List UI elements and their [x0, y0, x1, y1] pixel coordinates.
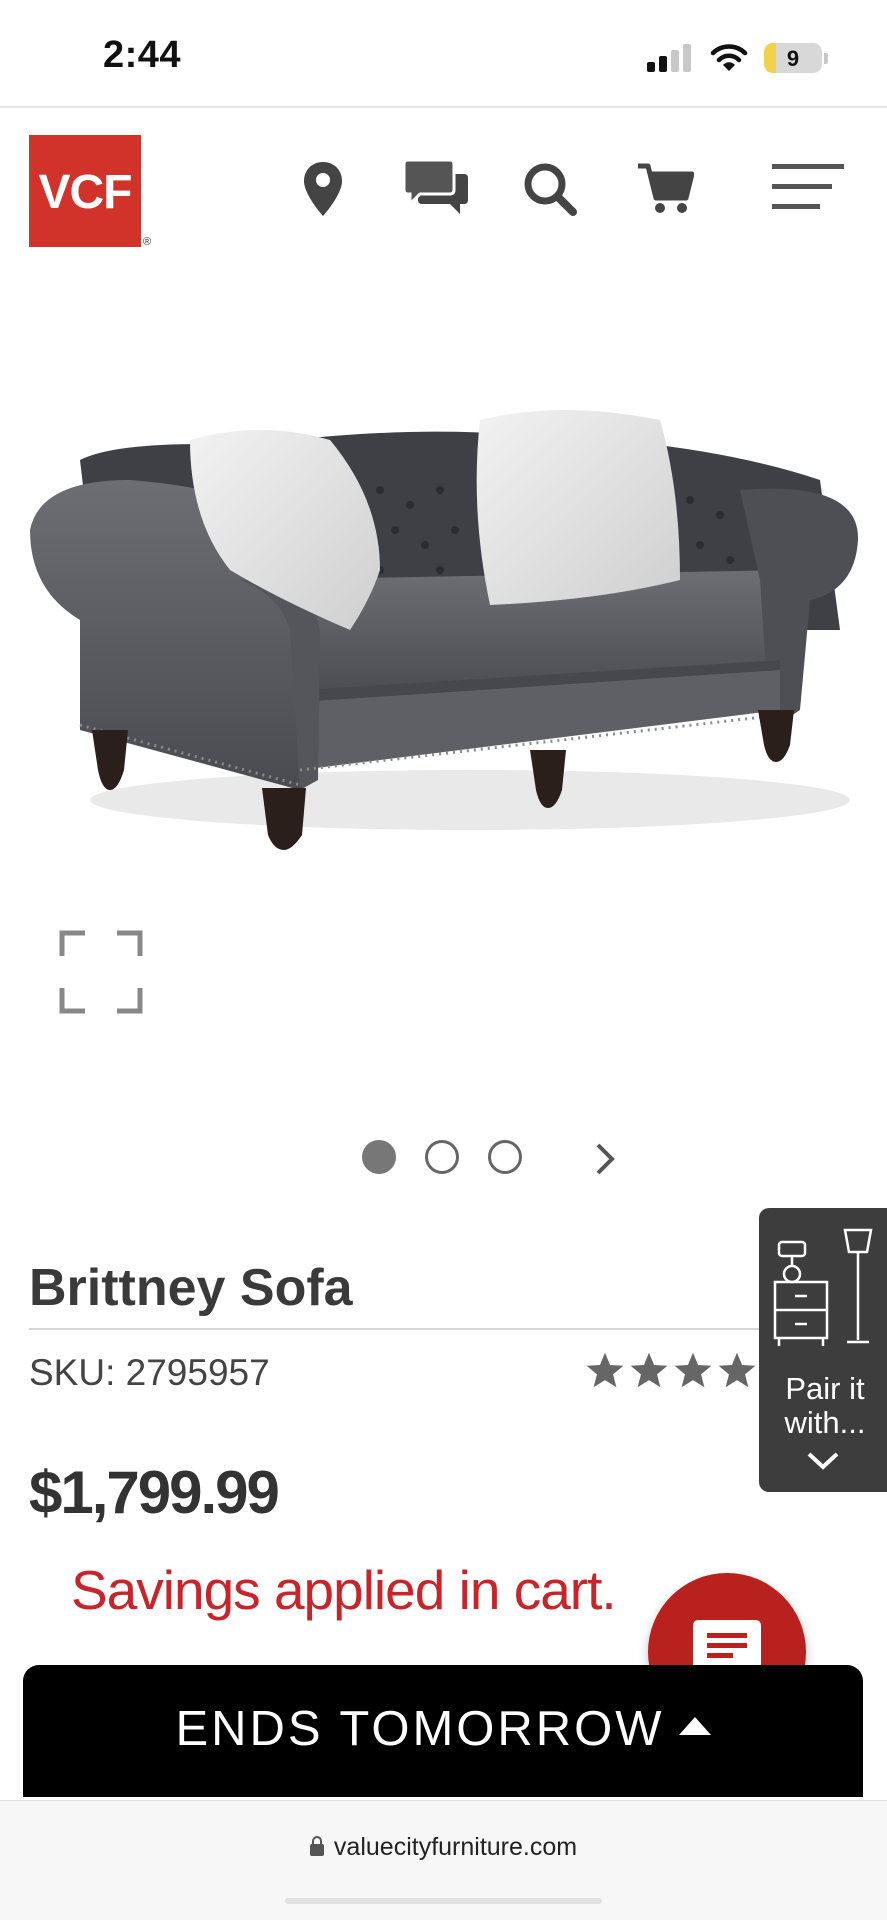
star-icon [718, 1352, 756, 1388]
product-sku: SKU: 2795957 [29, 1352, 270, 1393]
search-icon[interactable] [522, 160, 578, 218]
status-bar: 2:44 9 [0, 0, 887, 106]
menu-icon[interactable] [772, 160, 844, 218]
status-time: 2:44 [103, 34, 182, 76]
promo-banner[interactable]: ENDS TOMORROW [23, 1665, 863, 1797]
expand-fullscreen-icon[interactable] [59, 930, 143, 1014]
logo-text: VCF [38, 166, 133, 219]
chat-icon[interactable] [402, 160, 470, 218]
battery-indicator: 9 [764, 43, 822, 73]
star-icon [586, 1352, 624, 1388]
savings-message: Savings applied in cart. [71, 1559, 617, 1621]
carousel-dot-1[interactable] [362, 1140, 396, 1174]
home-indicator [285, 1898, 602, 1904]
vcf-logo[interactable]: VCF [29, 135, 141, 247]
carousel-next-chevron-icon[interactable] [590, 1142, 620, 1176]
battery-nub [824, 53, 828, 64]
status-divider [0, 106, 887, 108]
chevron-down-icon [806, 1450, 840, 1472]
url-row: valuecityfurniture.com [0, 1833, 887, 1862]
caret-up-icon [678, 1717, 711, 1735]
product-title: Brittney Sofa [29, 1259, 353, 1317]
cart-icon[interactable] [636, 160, 694, 218]
location-pin-icon[interactable] [302, 160, 344, 218]
registered-mark: ® [143, 236, 152, 248]
pair-it-with-label: Pair it with... [784, 1371, 866, 1440]
carousel-dot-2[interactable] [425, 1140, 459, 1174]
url-text: valuecityfurniture.com [333, 1833, 578, 1861]
pair-it-with-widget[interactable]: Pair it with... [759, 1208, 887, 1492]
promo-banner-row: ENDS TOMORROW [23, 1701, 863, 1757]
star-icon [674, 1352, 712, 1388]
star-icon [630, 1352, 668, 1388]
carousel-dot-3[interactable] [488, 1140, 522, 1174]
signal-icon [647, 44, 693, 72]
product-price: $1,799.99 [29, 1459, 280, 1526]
title-divider [29, 1328, 759, 1330]
battery-level: 9 [786, 46, 800, 71]
wifi-icon [710, 42, 748, 74]
promo-banner-text: ENDS TOMORROW [175, 1702, 665, 1756]
nightstand-lamp-icon [773, 1228, 877, 1348]
lock-icon [309, 1836, 324, 1856]
product-image[interactable] [0, 330, 887, 890]
